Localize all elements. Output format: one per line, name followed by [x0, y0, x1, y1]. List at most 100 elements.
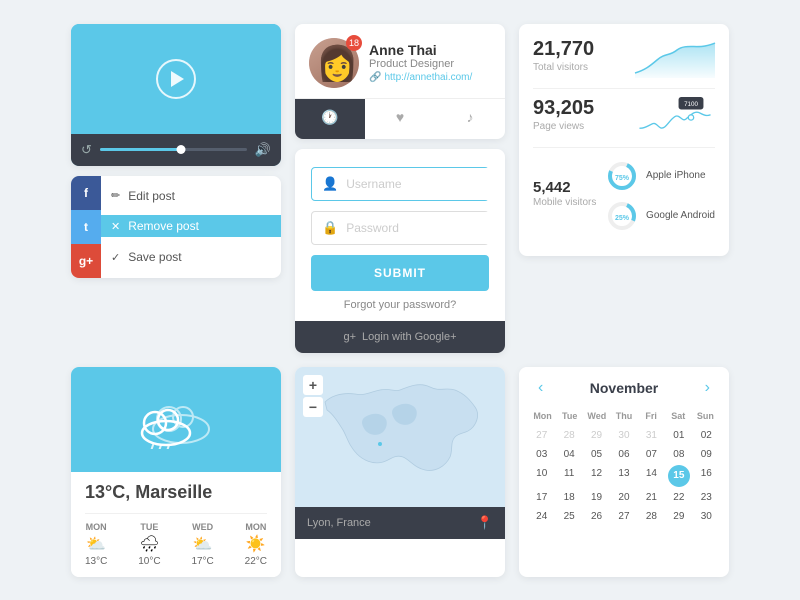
calendar-day[interactable]: 17 [529, 489, 554, 506]
calendar-day[interactable]: 22 [666, 489, 691, 506]
mobile-label: Mobile visitors [533, 197, 596, 208]
calendar-day[interactable]: 23 [694, 489, 719, 506]
password-input[interactable] [346, 212, 501, 244]
weather-forecast: MON ⛅ 13°C TUE 🌧 10°C WED ⛅ 17°C MON ☀️ [85, 513, 267, 567]
progress-bar[interactable] [100, 148, 247, 151]
android-stat: 25% Google Android [606, 200, 715, 232]
facebook-button[interactable]: f [71, 176, 101, 210]
edit-icon: ✏ [111, 189, 120, 202]
twitter-button[interactable]: t [71, 210, 101, 244]
forecast-wed: WED ⛅ 17°C [191, 522, 213, 567]
submit-button[interactable]: SUBMIT [311, 255, 489, 291]
tab-favorites[interactable]: ♥ [365, 99, 435, 139]
calendar-day[interactable]: 02 [694, 427, 719, 444]
calendar-day[interactable]: 09 [694, 446, 719, 463]
progress-dot [176, 145, 185, 154]
visitors-label: Total visitors [533, 62, 594, 73]
calendar-grid: Mon Tue Wed Thu Fri Sat Sun 272829303101… [519, 409, 729, 535]
calendar-day[interactable]: 29 [666, 508, 691, 525]
day-header-mon: Mon [529, 409, 556, 423]
map-body: + − [295, 367, 505, 507]
svg-text:75%: 75% [615, 175, 630, 182]
calendar-day[interactable]: 28 [556, 427, 581, 444]
calendar-day[interactable]: 21 [639, 489, 664, 506]
iphone-label: Apple iPhone [646, 170, 706, 181]
calendar-day[interactable]: 06 [611, 446, 636, 463]
visitors-count: 21,770 [533, 38, 594, 61]
pageviews-chart: 7100 [635, 97, 715, 137]
weather-icon-area [71, 367, 281, 472]
calendar-day[interactable]: 26 [584, 508, 609, 525]
zoom-in-button[interactable]: + [303, 375, 323, 395]
profile-link[interactable]: 🔗 http://annethai.com/ [369, 72, 472, 83]
calendar-day[interactable]: 10 [529, 465, 554, 487]
calendar-day[interactable]: 13 [611, 465, 636, 487]
remove-post-item[interactable]: ✕ Remove post [101, 215, 281, 237]
google-login-button[interactable]: g+ Login with Google+ [295, 321, 505, 353]
calendar-day[interactable]: 25 [556, 508, 581, 525]
social-menu: f t g+ ✏ Edit post ✕ Remove post ✓ Save … [71, 176, 281, 278]
play-button[interactable] [156, 59, 196, 99]
video-player: ↺ 🔊 [71, 24, 281, 166]
profile-role: Product Designer [369, 58, 472, 70]
calendar-day[interactable]: 07 [639, 446, 664, 463]
forecast-mon1: MON ⛅ 13°C [85, 522, 107, 567]
pageviews-count: 93,205 [533, 97, 594, 120]
calendar-day[interactable]: 30 [694, 508, 719, 525]
social-buttons: f t g+ [71, 176, 101, 278]
save-post-item[interactable]: ✓ Save post [111, 248, 271, 266]
calendar-day[interactable]: 20 [611, 489, 636, 506]
calendar-prev-button[interactable]: ‹ [533, 377, 548, 399]
video-controls: ↺ 🔊 [71, 134, 281, 166]
check-icon: ✓ [111, 251, 120, 264]
iphone-stat: 75% Apple iPhone [606, 160, 715, 192]
tab-recent[interactable]: 🕐 [295, 99, 365, 139]
calendar-day[interactable]: 27 [529, 427, 554, 444]
device-breakdown: 75% Apple iPhone 25% Google Android [606, 156, 715, 232]
repeat-icon[interactable]: ↺ [81, 142, 92, 158]
calendar-day[interactable]: 15 [668, 465, 690, 487]
map-location-label: Lyon, France [307, 517, 371, 529]
calendar-day[interactable]: 28 [639, 508, 664, 525]
calendar-day[interactable]: 01 [666, 427, 691, 444]
visitors-chart [635, 38, 715, 78]
calendar-day[interactable]: 30 [611, 427, 636, 444]
edit-post-item[interactable]: ✏ Edit post [111, 187, 271, 205]
calendar-day[interactable]: 11 [556, 465, 581, 487]
weather-cloud-svg [131, 389, 221, 449]
map-controls: + − [303, 375, 323, 417]
calendar-next-button[interactable]: › [700, 377, 715, 399]
day-header-wed: Wed [583, 409, 610, 423]
calendar-day[interactable]: 08 [666, 446, 691, 463]
calendar-day[interactable]: 04 [556, 446, 581, 463]
googleplus-button[interactable]: g+ [71, 244, 101, 278]
calendar-day[interactable]: 12 [584, 465, 609, 487]
calendar-day[interactable]: 27 [611, 508, 636, 525]
progress-fill [100, 148, 181, 151]
lock-icon: 🔒 [322, 220, 338, 236]
tab-music[interactable]: ♪ [435, 99, 505, 139]
main-container: ↺ 🔊 f t g+ ✏ Edit post ✕ [53, 6, 747, 595]
iphone-donut: 75% [606, 160, 638, 192]
calendar-day[interactable]: 16 [694, 465, 719, 487]
day-header-sat: Sat [665, 409, 692, 423]
calendar-day[interactable]: 03 [529, 446, 554, 463]
android-label: Google Android [646, 210, 715, 221]
forgot-password-link[interactable]: Forgot your password? [311, 299, 489, 311]
volume-icon[interactable]: 🔊 [255, 142, 271, 158]
profile-header: 18 Anne Thai Product Designer 🔗 http://a… [295, 24, 505, 98]
day-header-tue: Tue [556, 409, 583, 423]
calendar-day[interactable]: 05 [584, 446, 609, 463]
video-preview [71, 24, 281, 134]
calendar-day[interactable]: 19 [584, 489, 609, 506]
svg-text:7100: 7100 [684, 100, 698, 107]
zoom-out-button[interactable]: − [303, 397, 323, 417]
calendar-day[interactable]: 29 [584, 427, 609, 444]
day-header-sun: Sun [692, 409, 719, 423]
username-input[interactable] [346, 168, 501, 200]
profile-tabs: 🕐 ♥ ♪ [295, 98, 505, 139]
calendar-day[interactable]: 31 [639, 427, 664, 444]
calendar-day[interactable]: 14 [639, 465, 664, 487]
calendar-day[interactable]: 18 [556, 489, 581, 506]
calendar-day[interactable]: 24 [529, 508, 554, 525]
